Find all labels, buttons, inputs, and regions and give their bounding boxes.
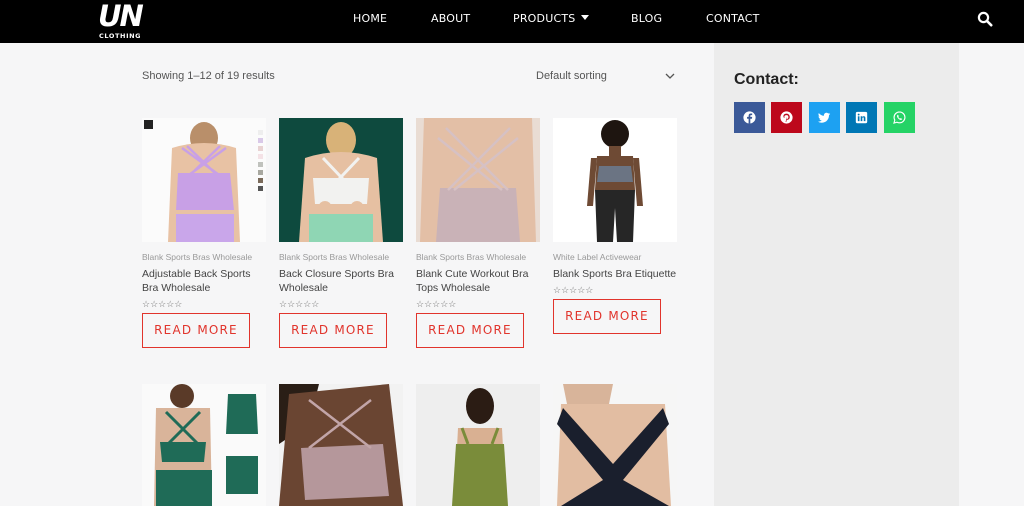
- product-photo-olive-bra: [416, 384, 540, 506]
- product-image[interactable]: [142, 118, 266, 242]
- product-category[interactable]: Blank Sports Bras Wholesale: [142, 252, 266, 262]
- shop-content: Showing 1–12 of 19 results Default sorti…: [0, 43, 714, 506]
- product-image[interactable]: [553, 384, 677, 506]
- product-photo-grey-bra: [553, 118, 677, 242]
- linkedin-icon: [855, 111, 868, 124]
- product-photo-mauve-bra: [416, 118, 540, 242]
- whatsapp-icon: [893, 111, 906, 124]
- product-title[interactable]: Adjustable Back Sports Bra Wholesale: [142, 267, 266, 295]
- sort-select[interactable]: Default sorting: [536, 64, 675, 88]
- read-more-button[interactable]: READ MORE: [553, 299, 661, 334]
- product-card: Blank Sports Bras Wholesale Adjustable B…: [142, 118, 266, 348]
- product-image[interactable]: [142, 384, 266, 506]
- product-photo-mint-bra: [279, 118, 403, 242]
- whatsapp-share-button[interactable]: [884, 102, 915, 133]
- site-header: UN CLOTHING HOME ABOUT PRODUCTS BLOG CON…: [0, 0, 1024, 43]
- product-card: [553, 384, 677, 506]
- product-card: White Label Activewear Blank Sports Bra …: [553, 118, 677, 334]
- twitter-icon: [818, 112, 831, 123]
- facebook-share-button[interactable]: [734, 102, 765, 133]
- product-image[interactable]: [279, 384, 403, 506]
- star-rating: ☆☆☆☆☆: [416, 299, 457, 309]
- facebook-icon: [743, 111, 756, 124]
- chevron-down-icon: [665, 73, 675, 79]
- product-card: Blank Sports Bras Wholesale Blank Cute W…: [416, 118, 540, 348]
- nav-about[interactable]: ABOUT: [431, 12, 470, 25]
- read-more-button[interactable]: READ MORE: [416, 313, 524, 348]
- nav-contact[interactable]: CONTACT: [706, 12, 760, 25]
- nav-products-label: PRODUCTS: [513, 12, 576, 25]
- product-category[interactable]: White Label Activewear: [553, 252, 677, 262]
- product-title[interactable]: Back Closure Sports Bra Wholesale: [279, 267, 403, 295]
- product-photo-black-bra: [553, 384, 677, 506]
- pinterest-share-button[interactable]: [771, 102, 802, 133]
- logo-mark: UN: [98, 0, 144, 33]
- site-logo[interactable]: UN CLOTHING: [98, 0, 144, 41]
- star-rating: ☆☆☆☆☆: [553, 285, 594, 295]
- product-image[interactable]: [416, 384, 540, 506]
- twitter-share-button[interactable]: [809, 102, 840, 133]
- product-image[interactable]: [553, 118, 677, 242]
- chevron-down-icon: [581, 15, 590, 20]
- read-more-button[interactable]: READ MORE: [142, 313, 250, 348]
- contact-heading: Contact:: [734, 71, 799, 88]
- product-photo-green-bra-set: [142, 384, 266, 506]
- product-category[interactable]: Blank Sports Bras Wholesale: [279, 252, 403, 262]
- product-photo-mauve-bra-2: [279, 384, 403, 506]
- star-rating: ☆☆☆☆☆: [142, 299, 183, 309]
- product-image[interactable]: [279, 118, 403, 242]
- product-title[interactable]: Blank Sports Bra Etiquette: [553, 267, 677, 281]
- linkedin-share-button[interactable]: [846, 102, 877, 133]
- product-card: [279, 384, 403, 506]
- nav-products[interactable]: PRODUCTS: [513, 12, 590, 25]
- product-card: [416, 384, 540, 506]
- product-image[interactable]: [416, 118, 540, 242]
- sort-select-value: Default sorting: [536, 70, 607, 82]
- read-more-button[interactable]: READ MORE: [279, 313, 387, 348]
- pinterest-icon: [780, 111, 793, 124]
- product-photo-lavender-bra: [142, 118, 266, 242]
- product-title[interactable]: Blank Cute Workout Bra Tops Wholesale: [416, 267, 540, 295]
- logo-subtitle: CLOTHING: [99, 32, 142, 40]
- search-icon[interactable]: [977, 11, 993, 27]
- result-count: Showing 1–12 of 19 results: [142, 70, 275, 82]
- sidebar: Contact:: [714, 43, 959, 506]
- star-rating: ☆☆☆☆☆: [279, 299, 320, 309]
- product-card: [142, 384, 266, 506]
- product-card: Blank Sports Bras Wholesale Back Closure…: [279, 118, 403, 348]
- product-category[interactable]: Blank Sports Bras Wholesale: [416, 252, 540, 262]
- nav-blog[interactable]: BLOG: [631, 12, 662, 25]
- nav-home[interactable]: HOME: [353, 12, 387, 25]
- page-margin: [959, 43, 1024, 506]
